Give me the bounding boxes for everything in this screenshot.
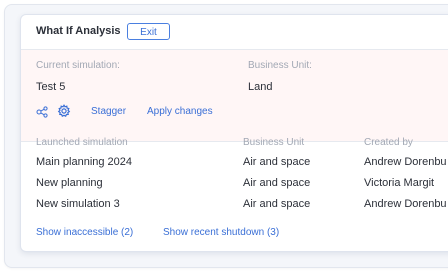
business-unit-label: Business Unit: xyxy=(248,60,312,71)
business-unit-cell: Air and space xyxy=(243,198,311,210)
current-simulation-label: Current simulation: xyxy=(36,60,120,71)
share-nodes-icon[interactable] xyxy=(36,105,48,123)
business-unit-cell: Air and space xyxy=(243,156,311,168)
exit-button[interactable]: Exit xyxy=(127,23,170,40)
simulation-name[interactable]: New simulation 3 xyxy=(36,198,120,210)
panel-title: What If Analysis xyxy=(36,25,121,37)
column-header-created-by: Created by xyxy=(364,137,413,148)
show-inaccessible-link[interactable]: Show inaccessible (2) xyxy=(36,227,133,238)
apply-changes-link[interactable]: Apply changes xyxy=(147,106,213,117)
simulation-name[interactable]: Main planning 2024 xyxy=(36,156,132,168)
show-recent-shutdown-link[interactable]: Show recent shutdown (3) xyxy=(163,227,279,238)
panel-header: What If Analysis Exit xyxy=(21,15,448,50)
gear-icon[interactable] xyxy=(57,104,71,123)
business-unit-value: Land xyxy=(248,81,273,93)
column-header-launched-simulation: Launched simulation xyxy=(36,137,128,148)
current-simulation-section: Current simulation: Test 5 Business Unit… xyxy=(21,50,448,142)
what-if-analysis-panel: What If Analysis Exit Current simulation… xyxy=(20,14,448,252)
created-by-cell: Andrew Dorenbu xyxy=(364,198,447,210)
column-header-business-unit: Business Unit xyxy=(243,137,305,148)
created-by-cell: Andrew Dorenbu xyxy=(364,156,447,168)
stagger-link[interactable]: Stagger xyxy=(91,106,126,117)
created-by-cell: Victoria Margit xyxy=(364,177,435,189)
simulation-name[interactable]: New planning xyxy=(36,177,103,189)
business-unit-cell: Air and space xyxy=(243,177,311,189)
current-simulation-value: Test 5 xyxy=(36,81,66,93)
